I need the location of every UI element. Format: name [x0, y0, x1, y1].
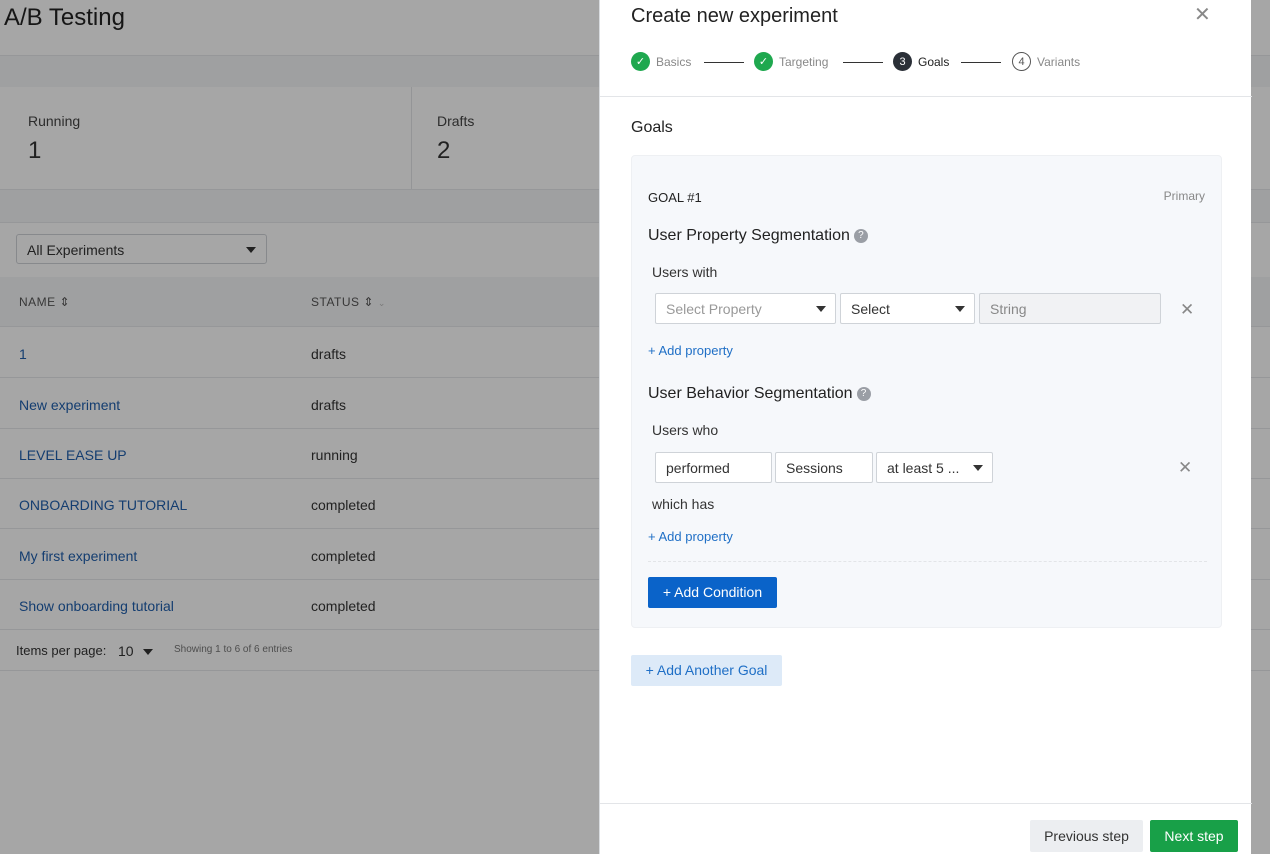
action-value: performed: [666, 460, 730, 476]
divider: [600, 96, 1252, 97]
remove-property-icon[interactable]: ✕: [1180, 301, 1194, 318]
help-icon[interactable]: ?: [856, 386, 871, 401]
action-select[interactable]: performed: [655, 452, 772, 483]
goal-card: GOAL #1 Primary User Property Segmentati…: [631, 155, 1222, 628]
operator-value: Select: [851, 301, 890, 317]
caret-down-icon: [955, 306, 965, 312]
behavior-segmentation-title: User Behavior Segmentation?: [648, 385, 871, 403]
users-with-label: Users with: [652, 264, 718, 280]
primary-badge: Primary: [1163, 189, 1205, 203]
next-step-button[interactable]: Next step: [1150, 820, 1238, 852]
check-icon: ✓: [754, 52, 773, 71]
add-property-link[interactable]: + Add property: [648, 529, 733, 544]
add-condition-button[interactable]: + Add Condition: [648, 577, 777, 608]
event-value: Sessions: [786, 460, 843, 476]
step-label: Goals: [918, 54, 950, 69]
operator-dropdown[interactable]: Select: [840, 293, 975, 324]
step-basics[interactable]: ✓ Basics: [631, 52, 691, 71]
step-label: Targeting: [779, 54, 829, 69]
step-number: 3: [893, 52, 912, 71]
value-placeholder: String: [990, 301, 1027, 317]
property-placeholder: Select Property: [666, 301, 762, 317]
help-icon[interactable]: ?: [853, 228, 868, 243]
segmentation-title-text: User Behavior Segmentation: [648, 385, 853, 402]
segmentation-title-text: User Property Segmentation: [648, 227, 850, 244]
create-experiment-drawer: Create new experiment ✕ ✓ Basics ✓ Targe…: [599, 0, 1252, 854]
add-property-link[interactable]: + Add property: [648, 343, 733, 358]
add-another-goal-button[interactable]: + Add Another Goal: [631, 655, 782, 686]
divider: [648, 561, 1207, 562]
step-label: Variants: [1037, 54, 1081, 69]
step-connector: [961, 62, 1001, 63]
remove-behavior-icon[interactable]: ✕: [1178, 459, 1192, 476]
divider: [600, 803, 1252, 804]
step-variants[interactable]: 4 Variants: [1012, 52, 1080, 71]
step-number: 4: [1012, 52, 1031, 71]
frequency-dropdown[interactable]: at least 5 ...: [876, 452, 993, 483]
drawer-title: Create new experiment: [631, 5, 838, 27]
step-connector: [704, 62, 744, 63]
step-connector: [843, 62, 883, 63]
step-label: Basics: [656, 54, 692, 69]
goal-number: GOAL #1: [648, 190, 702, 205]
previous-step-button[interactable]: Previous step: [1030, 820, 1143, 852]
users-who-label: Users who: [652, 422, 719, 438]
frequency-value: at least 5 ...: [887, 460, 960, 476]
check-icon: ✓: [631, 52, 650, 71]
section-title: Goals: [631, 119, 673, 136]
value-input[interactable]: String: [979, 293, 1161, 324]
caret-down-icon: [816, 306, 826, 312]
caret-down-icon: [973, 465, 983, 471]
event-select[interactable]: Sessions: [775, 452, 873, 483]
close-icon[interactable]: ✕: [1194, 5, 1211, 25]
property-segmentation-title: User Property Segmentation?: [648, 227, 868, 245]
step-goals[interactable]: 3 Goals: [893, 52, 949, 71]
select-property-dropdown[interactable]: Select Property: [655, 293, 836, 324]
which-has-label: which has: [652, 496, 715, 512]
step-targeting[interactable]: ✓ Targeting: [754, 52, 828, 71]
